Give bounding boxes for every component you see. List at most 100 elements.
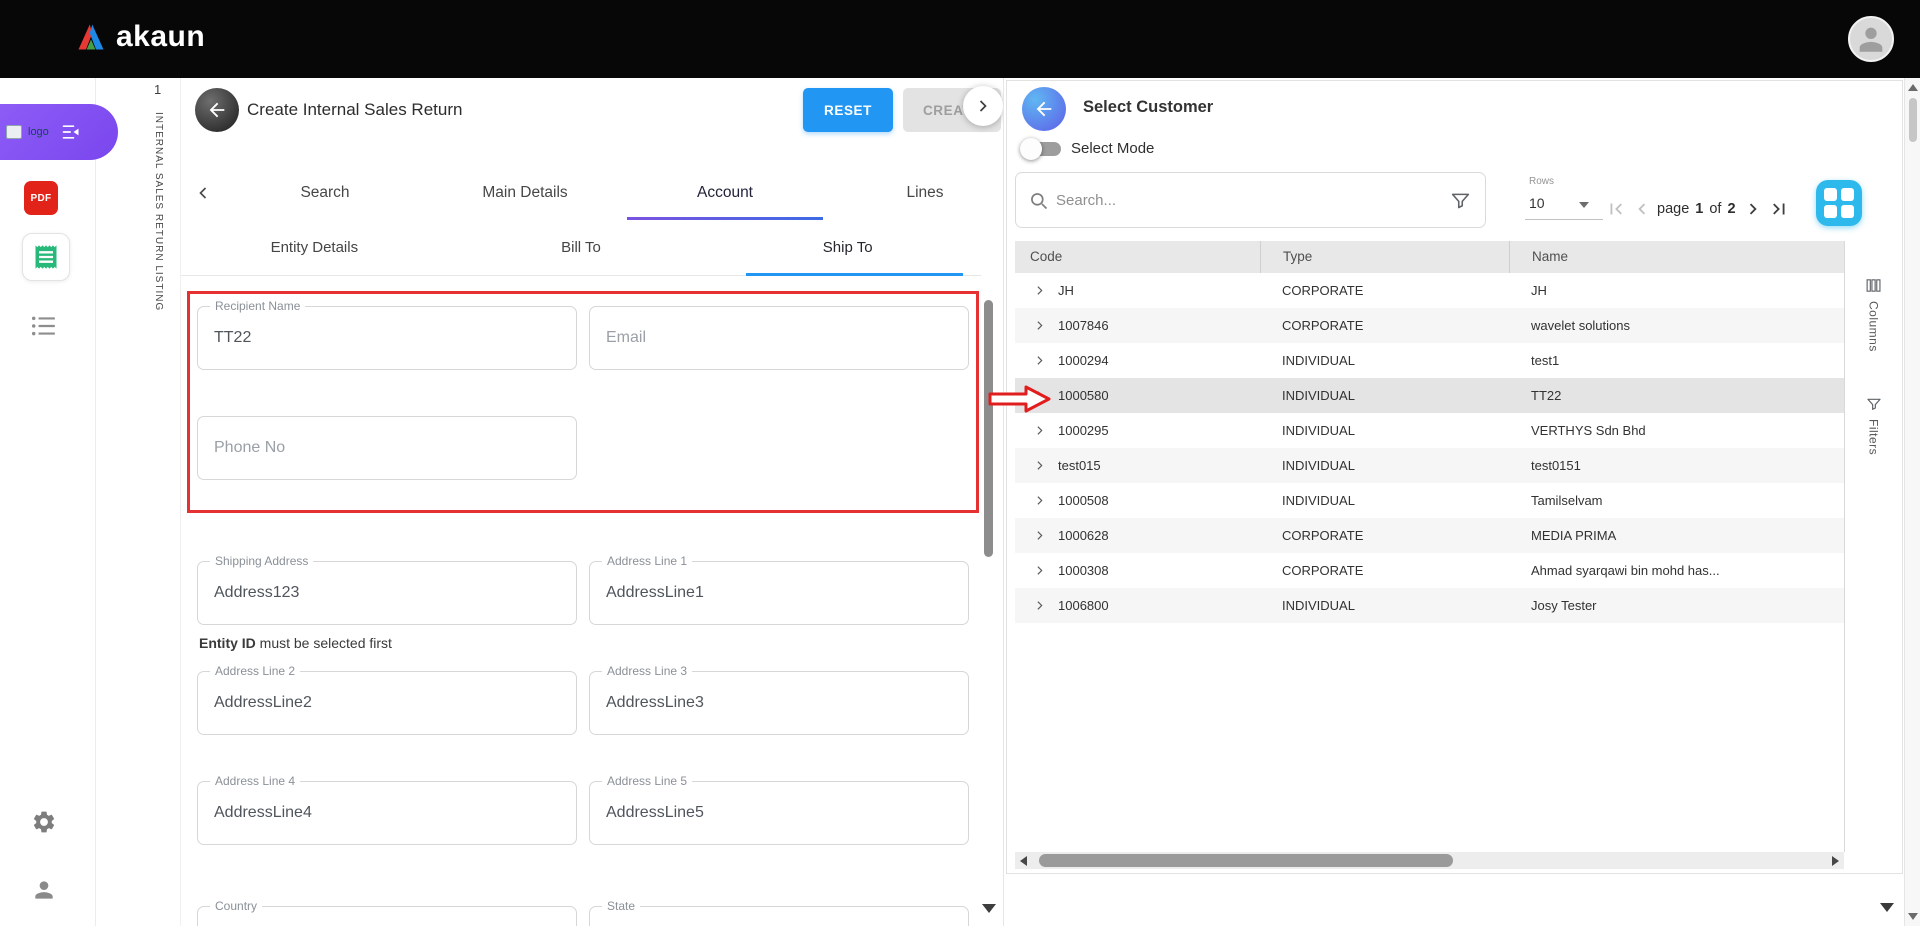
grid-icon: [1824, 188, 1854, 218]
customer-table-row[interactable]: 1000628 CORPORATE MEDIA PRIMA: [1015, 518, 1844, 553]
header-type[interactable]: Type: [1260, 241, 1509, 273]
address-line-4-input[interactable]: [198, 782, 576, 844]
table-horizontal-scrollbar[interactable]: [1015, 852, 1844, 869]
panel-scroll-down-arrow[interactable]: [1880, 903, 1894, 912]
row-expand-chevron[interactable]: [1033, 459, 1046, 472]
create-return-panel: Create Internal Sales Return RESET CREAT…: [180, 78, 1004, 926]
current-page: 1: [1695, 201, 1703, 217]
scroll-left-arrow[interactable]: [1020, 856, 1027, 866]
table-side-tools: Columns Filters: [1844, 241, 1902, 852]
tab-search[interactable]: Search: [225, 166, 425, 220]
customer-table-row[interactable]: 1000294 INDIVIDUAL test1: [1015, 343, 1844, 378]
form-vertical-scrollbar[interactable]: [984, 300, 993, 557]
customer-table-row[interactable]: 1007846 CORPORATE wavelet solutions: [1015, 308, 1844, 343]
tab-account[interactable]: Account: [625, 166, 825, 220]
row-expand-chevron[interactable]: [1033, 389, 1046, 402]
row-expand-chevron[interactable]: [1033, 564, 1046, 577]
tabs-scroll-right-button[interactable]: [963, 86, 1003, 126]
row-expand-chevron[interactable]: [1033, 529, 1046, 542]
row-expand-chevron[interactable]: [1033, 284, 1046, 297]
grid-view-button[interactable]: [1816, 180, 1862, 226]
form-scroll-down-arrow[interactable]: [982, 904, 996, 913]
page-scroll-thumb[interactable]: [1909, 98, 1917, 142]
row-expand-chevron[interactable]: [1033, 354, 1046, 367]
cell-code: 1000295: [1058, 413, 1109, 448]
cell-type: CORPORATE: [1260, 518, 1509, 553]
cell-code: 1000294: [1058, 343, 1109, 378]
customer-table-row[interactable]: 1000508 INDIVIDUAL Tamilselvam: [1015, 483, 1844, 518]
sidebar-item-settings[interactable]: [30, 808, 58, 836]
receipt-icon: [32, 243, 60, 271]
arrow-left-icon: [1033, 98, 1055, 120]
topbar: akaun: [0, 0, 1920, 78]
cell-name: TT22: [1509, 378, 1844, 413]
pdf-icon: PDF: [31, 193, 52, 204]
next-page-button[interactable]: [1740, 196, 1766, 222]
cell-type: INDIVIDUAL: [1260, 588, 1509, 623]
columns-label: Columns: [1867, 301, 1881, 352]
address-line-1-input[interactable]: [590, 562, 968, 624]
row-expand-chevron[interactable]: [1033, 319, 1046, 332]
tabs-scroll-left-icon[interactable]: [181, 166, 225, 220]
cell-name: Tamilselvam: [1509, 483, 1844, 518]
page-title: Create Internal Sales Return: [247, 100, 462, 120]
customer-back-button[interactable]: [1022, 87, 1066, 131]
subtab-bill-to[interactable]: Bill To: [448, 220, 715, 275]
first-page-button[interactable]: [1603, 196, 1629, 222]
row-expand-chevron[interactable]: [1033, 599, 1046, 612]
customer-table-row[interactable]: test015 INDIVIDUAL test0151: [1015, 448, 1844, 483]
sidebar-item-listing[interactable]: [30, 314, 58, 338]
address-line-5-input[interactable]: [590, 782, 968, 844]
entity-id-note: Entity ID must be selected first: [199, 635, 392, 651]
customer-table-row[interactable]: JH CORPORATE JH: [1015, 273, 1844, 308]
header-name[interactable]: Name: [1509, 241, 1844, 273]
sidebar-logo-pill[interactable]: logo: [0, 104, 118, 160]
arrow-left-icon: [206, 99, 228, 121]
open-document-tab[interactable]: 1 INTERNAL SALES RETURN LISTING: [146, 82, 176, 842]
state-input[interactable]: [590, 907, 968, 926]
header-code[interactable]: Code: [1015, 241, 1260, 273]
filter-icon[interactable]: [1450, 190, 1471, 216]
last-page-button[interactable]: [1766, 196, 1792, 222]
cell-name: test1: [1509, 343, 1844, 378]
customer-table-row[interactable]: 1000580 INDIVIDUAL TT22: [1015, 378, 1844, 413]
sidebar-item-profile[interactable]: [30, 876, 58, 904]
horizontal-scroll-thumb[interactable]: [1039, 854, 1453, 867]
tab-lines[interactable]: Lines: [825, 166, 1004, 220]
back-button[interactable]: [195, 88, 239, 132]
phone-input[interactable]: [198, 417, 576, 479]
sidebar-item-pdf[interactable]: PDF: [24, 181, 58, 215]
select-mode-toggle[interactable]: [1023, 137, 1065, 161]
brand[interactable]: akaun: [76, 20, 205, 54]
rows-per-page-select[interactable]: Rows 10: [1525, 176, 1605, 220]
chevron-right-icon: [973, 96, 993, 116]
page-vertical-scrollbar[interactable]: [1904, 78, 1920, 926]
scroll-right-arrow[interactable]: [1832, 856, 1839, 866]
filters-button[interactable]: Filters: [1845, 396, 1902, 455]
shipping-address-input[interactable]: [198, 562, 576, 624]
customer-table-row[interactable]: 1000308 CORPORATE Ahmad syarqawi bin moh…: [1015, 553, 1844, 588]
subtab-entity-details[interactable]: Entity Details: [181, 220, 448, 275]
reset-button[interactable]: RESET: [803, 88, 893, 132]
email-input[interactable]: [590, 307, 968, 369]
address-line-3-input[interactable]: [590, 672, 968, 734]
previous-page-button[interactable]: [1629, 196, 1655, 222]
customer-table-row[interactable]: 1006800 INDIVIDUAL Josy Tester: [1015, 588, 1844, 623]
columns-button[interactable]: Columns: [1845, 277, 1902, 352]
scroll-down-arrow[interactable]: [1908, 913, 1918, 920]
country-input[interactable]: [198, 907, 576, 926]
customer-table-row[interactable]: 1000295 INDIVIDUAL VERTHYS Sdn Bhd: [1015, 413, 1844, 448]
row-expand-chevron[interactable]: [1033, 424, 1046, 437]
row-expand-chevron[interactable]: [1033, 494, 1046, 507]
subtab-ship-to[interactable]: Ship To: [714, 220, 981, 275]
filters-label: Filters: [1867, 419, 1881, 455]
recipient-name-input[interactable]: [198, 307, 576, 369]
address-line-2-input[interactable]: [198, 672, 576, 734]
sidebar-item-billing[interactable]: [22, 233, 70, 281]
tab-main-details[interactable]: Main Details: [425, 166, 625, 220]
scroll-up-arrow[interactable]: [1908, 84, 1918, 91]
cell-type: INDIVIDUAL: [1260, 378, 1509, 413]
cell-type: INDIVIDUAL: [1260, 483, 1509, 518]
search-input[interactable]: [1056, 174, 1436, 226]
user-avatar[interactable]: [1848, 16, 1894, 62]
